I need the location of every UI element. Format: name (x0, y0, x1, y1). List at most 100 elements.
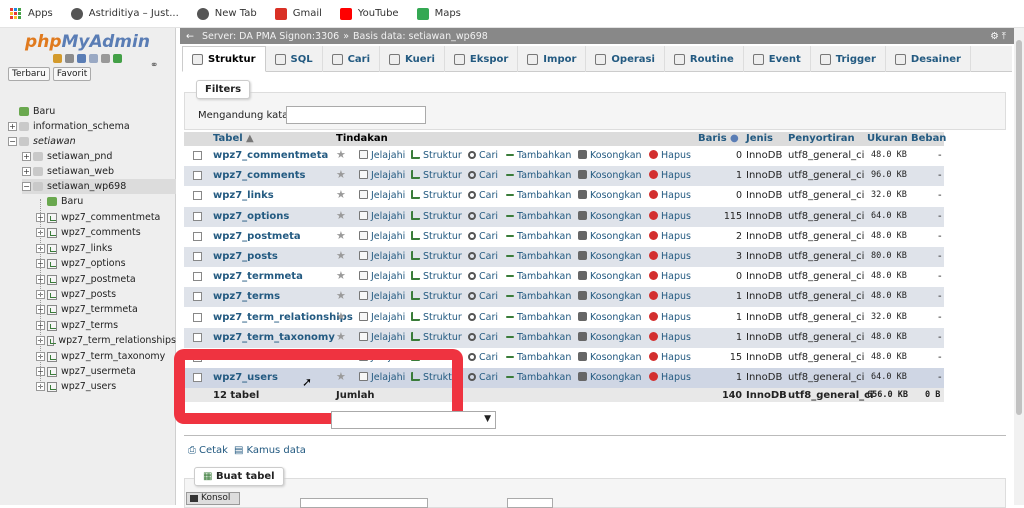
favorite-star-icon[interactable]: ★ (336, 148, 346, 161)
action-drop[interactable]: Hapus (649, 150, 691, 161)
table-row[interactable]: wpz7_commentmeta ★ Jelajahi Struktur Cari Tam… (184, 146, 944, 166)
tree-item[interactable]: Baru (36, 194, 176, 209)
expand-icon[interactable]: + (8, 122, 17, 131)
filter-input[interactable] (286, 106, 426, 124)
action-structure[interactable]: Struktur (411, 150, 462, 161)
docs-icon[interactable] (89, 54, 98, 63)
table-name-link[interactable]: wpz7_term_taxonomy (213, 332, 335, 343)
action-drop[interactable]: Hapus (649, 251, 691, 262)
tree-item[interactable]: + wpz7_term_relationships (36, 333, 176, 348)
link-toggle-icon[interactable]: ⚭ (150, 60, 158, 71)
home-icon[interactable] (53, 54, 62, 63)
action-empty[interactable]: Kosongkan (578, 271, 642, 282)
tree-item[interactable]: + wpz7_usermeta (36, 364, 176, 379)
action-browse[interactable]: Jelajahi (359, 170, 405, 181)
table-name-link[interactable]: wpz7_term_relationships (213, 312, 353, 323)
tab-desainer[interactable]: Desainer (886, 46, 971, 72)
action-structure[interactable]: Struktur (411, 251, 462, 262)
table-row[interactable]: wpz7_term_taxonomy ★ Jelajahi Struktur Cari T… (184, 327, 944, 348)
action-browse[interactable]: Jelajahi (359, 230, 405, 242)
action-search[interactable]: Cari (468, 291, 498, 302)
action-drop[interactable]: Hapus (649, 291, 691, 302)
col-table[interactable]: Tabel (213, 133, 243, 144)
col-collation[interactable]: Penyortiran (788, 133, 855, 144)
action-search[interactable]: Cari (468, 271, 498, 282)
tree-item[interactable]: + wpz7_options (36, 256, 176, 271)
logout-icon[interactable] (65, 54, 74, 63)
row-checkbox[interactable] (193, 292, 202, 302)
new-table-name-input[interactable] (300, 498, 428, 508)
reload-icon[interactable] (113, 54, 122, 63)
action-search[interactable]: Cari (468, 372, 498, 383)
bookmark-1[interactable]: Astriditiya – Just... (70, 7, 179, 20)
action-insert[interactable]: Tambahkan (506, 211, 571, 222)
tree-item[interactable]: − setiawan (8, 134, 176, 149)
action-insert[interactable]: Tambahkan (506, 190, 571, 201)
table-name-link[interactable]: wpz7_commentmeta (213, 150, 328, 161)
tree-item[interactable]: + wpz7_postmeta (36, 272, 176, 287)
bookmark-4[interactable]: YouTube (339, 7, 399, 20)
action-insert[interactable]: Tambahkan (506, 352, 571, 363)
col-type[interactable]: Jenis (746, 133, 773, 144)
action-structure[interactable]: Struktur (411, 230, 462, 242)
table-name-link[interactable]: wpz7_comments (213, 170, 305, 181)
action-insert[interactable]: Tambahkan (506, 291, 571, 302)
favorite-star-icon[interactable]: ★ (336, 330, 346, 343)
action-drop[interactable]: Hapus (649, 230, 691, 242)
bookmark-5[interactable]: Maps (416, 7, 461, 20)
row-checkbox[interactable] (193, 211, 202, 221)
action-empty[interactable]: Kosongkan (578, 251, 642, 262)
settings-gear-icon[interactable]: ⚙ ⤒ (990, 31, 1006, 42)
phpmyadmin-logo[interactable]: phpMyAdmin (0, 32, 175, 52)
favorite-star-icon[interactable]: ★ (336, 269, 346, 282)
table-row[interactable]: wpz7_comments ★ Jelajahi Struktur Cari Tambah… (184, 166, 944, 187)
action-empty[interactable]: Kosongkan (578, 311, 642, 323)
tab-struktur[interactable]: Struktur (182, 46, 266, 72)
tree-item[interactable]: + wpz7_termmeta (36, 302, 176, 317)
action-empty[interactable]: Kosongkan (578, 352, 642, 363)
table-name-link[interactable]: wpz7_links (213, 190, 274, 201)
favorite-star-icon[interactable]: ★ (336, 310, 346, 323)
action-browse[interactable]: Jelajahi (359, 190, 405, 201)
tree-item[interactable]: + wpz7_term_taxonomy (36, 349, 176, 364)
expand-icon[interactable]: + (22, 152, 31, 161)
action-structure[interactable]: Struktur (411, 291, 462, 302)
bookmark-0[interactable]: Apps (10, 7, 53, 20)
tab-trigger[interactable]: Trigger (811, 46, 886, 72)
data-dictionary-link[interactable]: ▤ Kamus data (234, 445, 306, 456)
favorite-star-icon[interactable]: ★ (336, 289, 346, 302)
row-checkbox[interactable] (193, 252, 202, 261)
tab-routine[interactable]: Routine (665, 46, 744, 72)
table-name-link[interactable]: wpz7_terms (213, 291, 280, 302)
expand-icon[interactable]: − (8, 137, 17, 146)
action-structure[interactable]: Struktur (411, 331, 462, 343)
tree-item[interactable]: + wpz7_links (36, 241, 176, 256)
favorite-star-icon[interactable]: ★ (336, 249, 346, 262)
tab-sql[interactable]: SQL (266, 46, 323, 72)
action-browse[interactable]: Jelajahi (359, 150, 405, 161)
tab-operasi[interactable]: Operasi (586, 46, 665, 72)
scrollbar-thumb[interactable] (1016, 40, 1022, 415)
table-row[interactable]: wpz7_posts ★ Jelajahi Struktur Cari Tambahkan… (184, 247, 944, 267)
action-search[interactable]: Cari (468, 150, 498, 161)
action-search[interactable]: Cari (468, 190, 498, 201)
action-empty[interactable]: Kosongkan (578, 210, 642, 222)
action-insert[interactable]: Tambahkan (506, 150, 571, 161)
table-row[interactable]: wpz7_postmeta ★ Jelajahi Struktur Cari Tambah… (184, 226, 944, 247)
action-search[interactable]: Cari (468, 170, 498, 181)
tab-recent[interactable]: Terbaru (8, 67, 50, 81)
action-search[interactable]: Cari (468, 312, 498, 323)
action-empty[interactable]: Kosongkan (578, 291, 642, 302)
info-icon[interactable]: ● (730, 133, 739, 144)
table-row[interactable]: wpz7_termmeta ★ Jelajahi Struktur Cari Tambah… (184, 267, 944, 288)
action-drop[interactable]: Hapus (649, 170, 691, 181)
tree-item[interactable]: + information_schema (8, 119, 176, 134)
action-drop[interactable]: Hapus (649, 331, 691, 343)
tree-item[interactable]: + setiawan_web (22, 164, 176, 179)
action-search[interactable]: Cari (468, 332, 498, 343)
favorite-star-icon[interactable]: ★ (336, 229, 346, 242)
table-row[interactable]: wpz7_terms ★ Jelajahi Struktur Cari Tambahkan… (184, 287, 944, 308)
favorite-star-icon[interactable]: ★ (336, 209, 346, 222)
action-drop[interactable]: Hapus (649, 352, 691, 363)
breadcrumb-server[interactable]: Server: DA PMA Signon:3306 (202, 31, 339, 42)
